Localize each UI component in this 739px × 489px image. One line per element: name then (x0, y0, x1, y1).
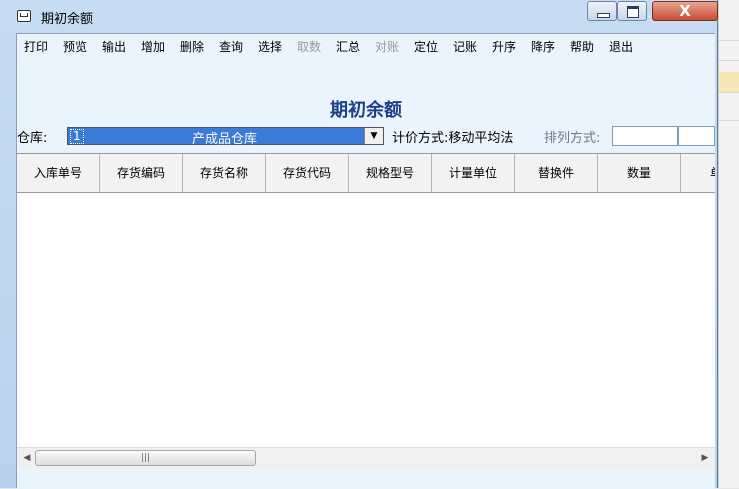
menu-summary[interactable]: 汇总 (336, 39, 360, 55)
background-sheet-edge (718, 0, 739, 488)
title-bar[interactable]: 期初余额 X (0, 0, 718, 32)
menu-print[interactable]: 打印 (24, 39, 48, 55)
column-header[interactable]: 存货代码 (266, 154, 349, 192)
column-header[interactable]: 替换件 (515, 154, 598, 192)
column-header[interactable]: 存货编码 (100, 154, 183, 192)
column-header[interactable]: 存货名称 (183, 154, 266, 192)
close-button[interactable]: X (652, 1, 718, 21)
scrollbar-thumb[interactable]: ||| (35, 450, 256, 466)
menu-post[interactable]: 记账 (453, 39, 477, 55)
scroll-right-icon[interactable]: ▶ (697, 451, 713, 465)
menu-fetch: 取数 (297, 40, 322, 54)
warehouse-code: 1 (70, 129, 84, 144)
column-header[interactable]: 规格型号 (349, 154, 432, 192)
sort-method-label: 排列方式: (544, 131, 601, 146)
menu-exit[interactable]: 退出 (609, 39, 633, 55)
warehouse-name: 产成品仓库 (192, 132, 258, 147)
minimize-button[interactable] (587, 1, 617, 21)
toolbar-menu: 打印 预览 输出 增加 删除 查询 选择 取数 汇总 对账 定位 记账 升序 降… (17, 34, 715, 61)
warehouse-dropdown[interactable]: 1 产成品仓库 ▼ (67, 127, 384, 147)
warehouse-label: 仓库: (17, 131, 48, 146)
form-title: 期初余额 (330, 100, 402, 121)
sort-field-input[interactable] (612, 126, 678, 146)
window-title: 期初余额 (41, 12, 94, 27)
maximize-button[interactable] (617, 1, 647, 21)
menu-reconcile: 对账 (375, 40, 400, 54)
dropdown-arrow-icon[interactable]: ▼ (364, 128, 383, 144)
sort-order-input[interactable] (678, 126, 715, 146)
maximize-icon (627, 6, 639, 18)
pricing-method-label: 计价方式:移动平均法 (392, 131, 514, 146)
app-window-icon (17, 10, 31, 22)
menu-help[interactable]: 帮助 (570, 39, 594, 55)
data-grid: 入库单号 存货编码 存货名称 存货代码 规格型号 计量单位 替换件 数量 单 ◀… (17, 153, 715, 469)
menu-add[interactable]: 增加 (141, 39, 165, 55)
status-strip (17, 468, 715, 489)
scroll-left-icon[interactable]: ◀ (19, 451, 35, 465)
menu-sort-desc[interactable]: 降序 (531, 39, 555, 55)
horizontal-scrollbar[interactable]: ◀ ||| ▶ (17, 447, 715, 469)
menu-select[interactable]: 选择 (258, 39, 282, 55)
menu-export[interactable]: 输出 (102, 39, 126, 55)
menu-locate[interactable]: 定位 (414, 39, 438, 55)
menu-preview[interactable]: 预览 (63, 39, 87, 55)
opening-balance-window: 期初余额 X 打印 预览 输出 增加 删除 查询 选择 取数 汇总 对账 定位 … (0, 0, 718, 489)
menu-query[interactable]: 查询 (219, 39, 243, 55)
column-header[interactable]: 入库单号 (17, 154, 100, 192)
grid-header: 入库单号 存货编码 存货名称 存货代码 规格型号 计量单位 替换件 数量 单 (17, 154, 715, 193)
menu-sort-asc[interactable]: 升序 (492, 39, 516, 55)
close-icon: X (679, 2, 691, 20)
grid-body[interactable] (17, 193, 715, 446)
menu-delete[interactable]: 删除 (180, 39, 204, 55)
minimize-icon (597, 13, 610, 18)
client-area: 打印 预览 输出 增加 删除 查询 选择 取数 汇总 对账 定位 记账 升序 降… (16, 33, 715, 489)
column-header[interactable]: 单 (681, 154, 715, 192)
column-header[interactable]: 计量单位 (432, 154, 515, 192)
column-header[interactable]: 数量 (598, 154, 681, 192)
